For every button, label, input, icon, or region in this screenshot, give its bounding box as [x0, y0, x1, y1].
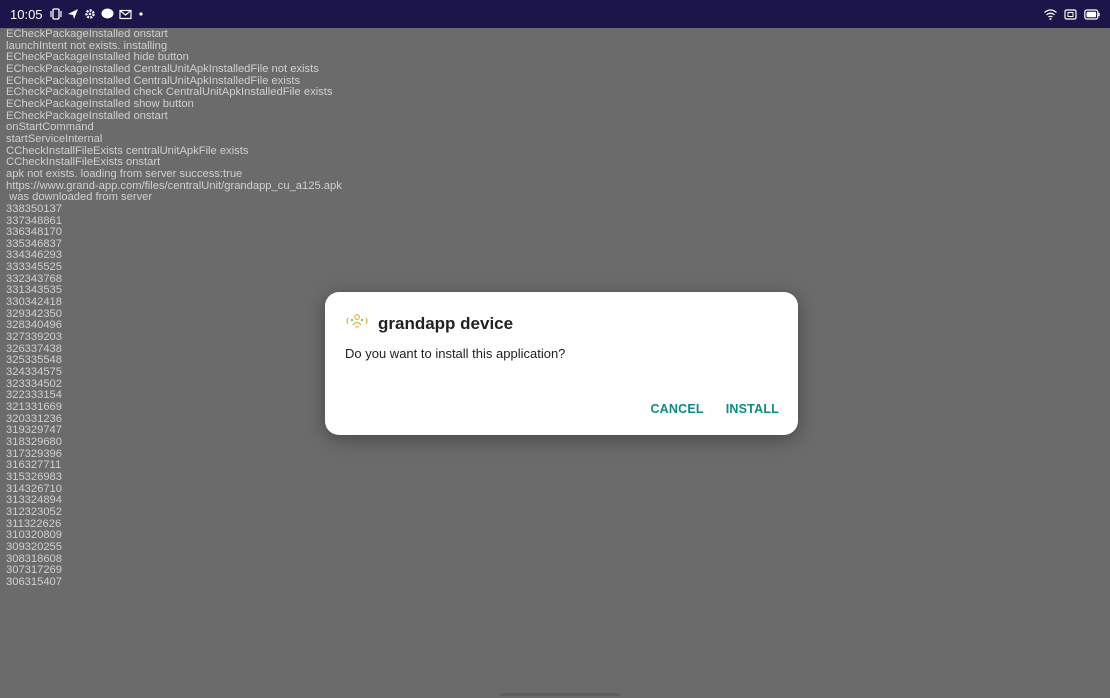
log-line: CCheckInstallFileExists centralUnitApkFi…	[6, 144, 249, 157]
log-line: 318329680	[6, 435, 62, 448]
log-line: 337348861	[6, 214, 62, 227]
vibrate-icon	[49, 8, 62, 20]
log-line: apk not exists. loading from server succ…	[6, 167, 243, 180]
log-line: 307317269	[6, 564, 62, 577]
screenshot-icon	[1064, 8, 1077, 20]
log-line: 335346837	[6, 237, 62, 250]
log-line: 332343768	[6, 272, 62, 285]
log-line: 334346293	[6, 249, 62, 262]
log-line: https://www.grand-app.com/files/centralU…	[6, 179, 342, 192]
dialog-message: Do you want to install this application?	[345, 346, 566, 361]
dot-icon	[137, 10, 145, 18]
install-dialog: grandapp device Do you want to install t…	[325, 292, 798, 435]
log-line: startServiceInternal	[6, 132, 103, 145]
log-line: 306315407	[6, 575, 62, 588]
grandapp-logo-icon	[345, 311, 378, 336]
status-left: 10:05	[0, 7, 145, 22]
battery-icon	[1084, 8, 1100, 20]
mail-icon	[118, 9, 132, 20]
log-line: 336348170	[6, 226, 62, 239]
log-line: 310320809	[6, 529, 62, 542]
log-line: 309320255	[6, 540, 62, 553]
log-line: was downloaded from server	[6, 191, 153, 204]
log-line: ECheckPackageInstalled onstart	[6, 109, 168, 122]
dialog-title: grandapp device	[378, 313, 514, 333]
log-line: 317329396	[6, 447, 62, 460]
log-line: 313324894	[6, 494, 62, 507]
log-line: ECheckPackageInstalled onstart	[6, 29, 168, 40]
log-line: 315326983	[6, 470, 62, 483]
log-line: ECheckPackageInstalled show button	[6, 97, 194, 110]
cancel-button[interactable]: CANCEL	[650, 402, 703, 416]
log-line: 311322626	[6, 517, 62, 530]
log-line: 333345525	[6, 261, 62, 274]
status-right	[1044, 8, 1110, 20]
log-line: 308318608	[6, 552, 62, 565]
navigation-handle[interactable]	[500, 693, 620, 696]
install-button[interactable]: INSTALL	[726, 402, 779, 416]
settings-icon	[84, 8, 96, 20]
dialog-header: grandapp device	[345, 311, 513, 336]
log-line: 338350137	[6, 202, 62, 215]
status-bar: 10:05	[0, 0, 1110, 28]
log-line: 312323052	[6, 505, 62, 518]
status-time: 10:05	[10, 6, 43, 22]
dialog-actions: CANCEL INSTALL	[650, 402, 779, 416]
log-line: ECheckPackageInstalled CentralUnitApkIns…	[6, 62, 319, 75]
log-line: onStartCommand	[6, 121, 94, 134]
log-line: 314326710	[6, 482, 62, 495]
wifi-icon	[1044, 8, 1057, 20]
chat-icon	[101, 8, 114, 20]
send-icon	[67, 8, 79, 20]
log-line: 316327711	[6, 459, 62, 472]
